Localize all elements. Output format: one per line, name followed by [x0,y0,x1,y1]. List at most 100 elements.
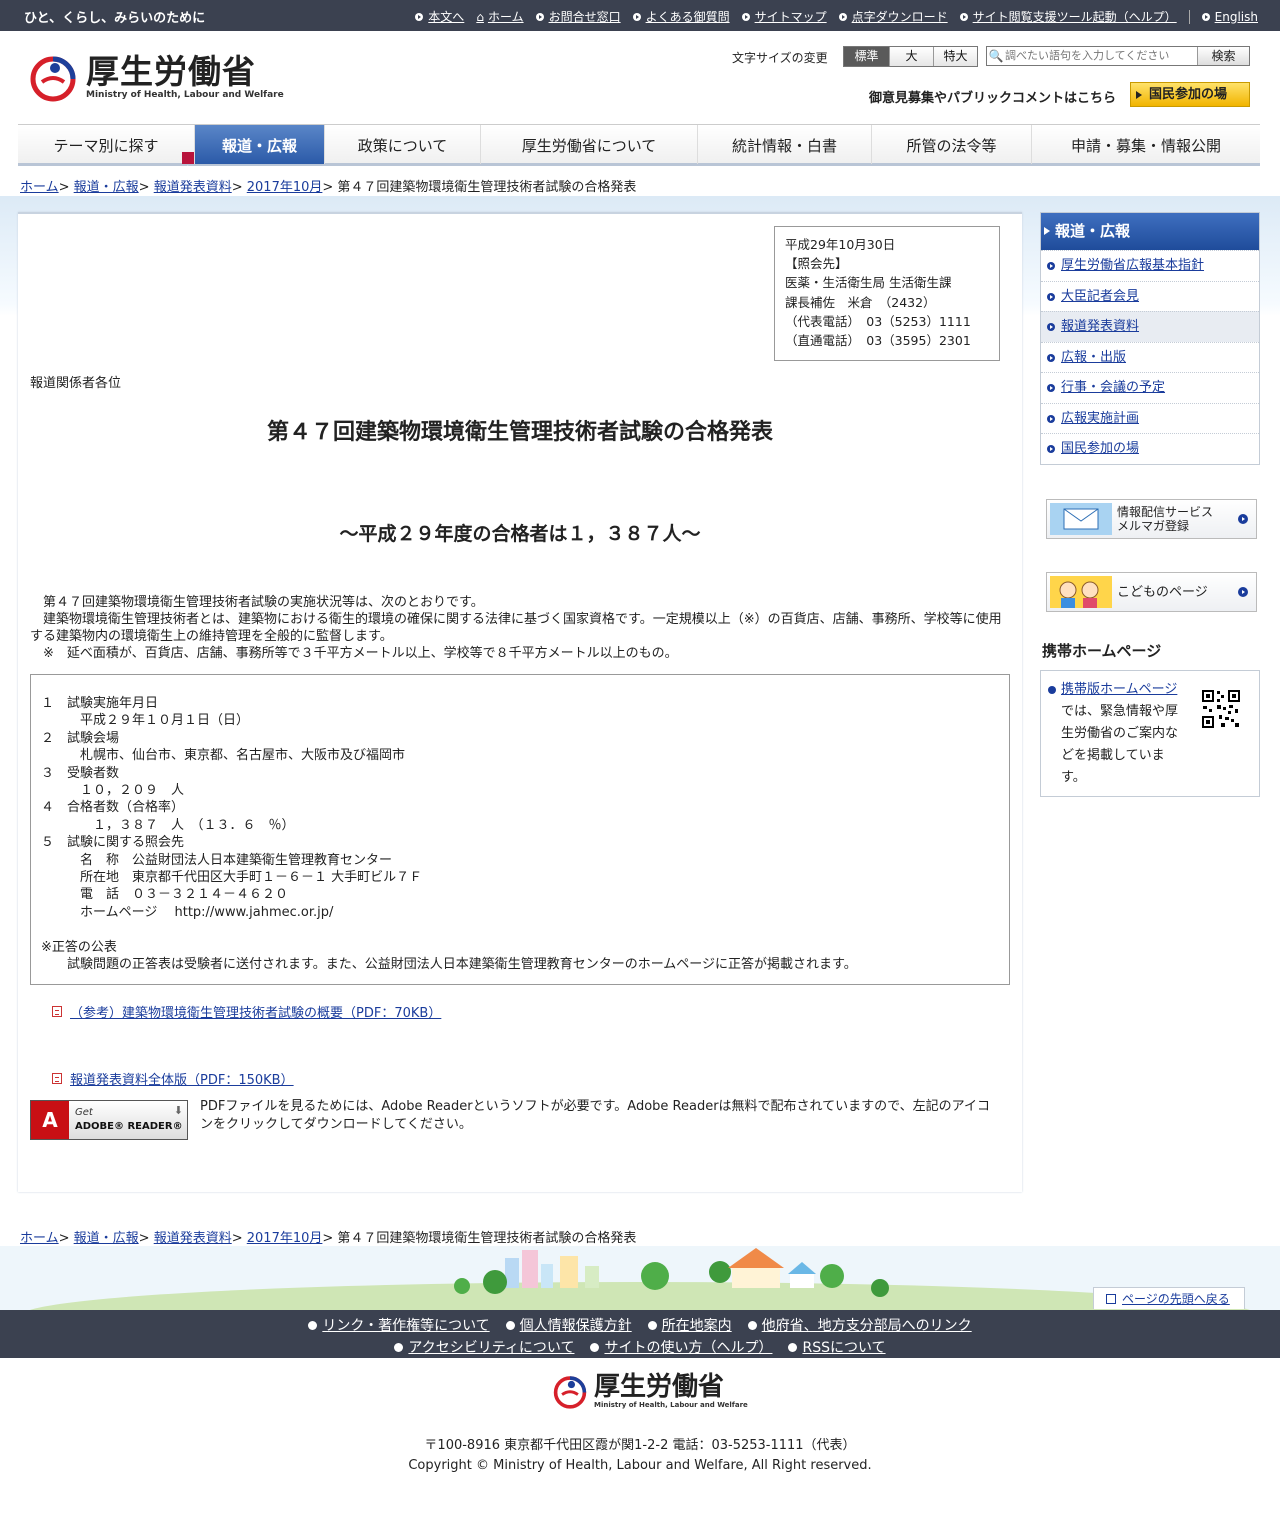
top-links: 本文へ ⌂ ホーム お問合せ窓口 よくある御質問 サイトマップ 点字ダウンロード … [403,8,1258,25]
adobe-get-text: Get [75,1107,93,1118]
intro-paragraph: 第４７回建築物環境衛生管理技術者試験の実施状況等は、次のとおりです。 [43,595,484,610]
footer-logo[interactable]: 厚生労働省 Ministry of Health, Labour and Wel… [552,1373,748,1409]
arrow-icon [1238,587,1248,597]
ministry-logo-icon [553,1376,587,1409]
adobe-reader-text: ADOBE® READER® [75,1121,183,1132]
contact-department: 医薬・生活衛生局 生活衛生課 [785,275,952,291]
banner-text: メルマガ登録 [1117,519,1190,533]
font-size-switcher: 標準 大 特大 [843,46,978,67]
detail-line: １，３８７ 人 （１３．６ ％） [41,817,295,833]
breadcrumb-releases[interactable]: 報道発表資料 [154,180,232,195]
detail-line: 平成２９年１０月１日（日） [41,713,250,729]
top-link-english[interactable]: English [1201,10,1258,24]
top-link-a11y-tool[interactable]: サイト閲覧支援ツール起動（ヘルプ） [959,8,1177,25]
top-link-home[interactable]: ⌂ ホーム [476,8,523,25]
footer-link-other-ministries[interactable]: 他府省、地方支分部局へのリンク [748,1315,972,1335]
detail-line: ５ 試験に関する照会先 [41,835,185,851]
page-subtitle: ～平成２９年度の合格者は１，３８７人～ [339,523,701,545]
back-to-top-link[interactable]: ページの先頭へ戻る [1093,1287,1245,1309]
tab-press[interactable]: 報道・広報 [194,125,324,164]
breadcrumb-press[interactable]: 報道・広報 [74,1231,139,1246]
search-input[interactable] [1005,47,1197,65]
participation-button[interactable]: 国民参加の場 [1130,82,1250,107]
pdf-link-full[interactable]: 報道発表資料全体版（PDF：150KB） [52,1069,294,1088]
arrow-icon [535,12,544,21]
sidebar-item-participation[interactable]: 国民参加の場 [1041,433,1259,464]
tab-applications[interactable]: 申請・募集・情報公開 [1031,125,1260,164]
tab-laws[interactable]: 所管の法令等 [871,125,1031,164]
breadcrumb: ホーム> 報道・広報> 報道発表資料> 2017年10月> 第４７回建築物環境衛… [20,180,637,195]
detail-line [41,921,997,938]
children-icon [1050,576,1112,608]
qr-code-icon [1201,689,1241,729]
banner-text: こどものページ [1117,585,1208,600]
tab-themes[interactable]: テーマ別に探す [18,125,194,191]
pdf-link-overview[interactable]: （参考）建築物環境衛生管理技術者試験の概要（PDF：70KB） [52,1002,441,1021]
intro-text: 第４７回建築物環境衛生管理技術者試験の実施状況等は、次のとおりです。 建築物環境… [30,594,1012,662]
footer-link-accessibility[interactable]: アクセシビリティについて [394,1337,574,1357]
top-link-braille[interactable]: 点字ダウンロード [838,8,948,25]
tab-about[interactable]: 厚生労働省について [480,125,697,164]
detail-line: ４ 合格者数（合格率） [41,800,185,816]
detail-line: 試験問題の正答表は受験者に送付されます。また、公益財団法人日本建築衛生管理教育セ… [41,957,857,973]
release-date: 平成29年10月30日 [785,237,896,252]
sidebar-item-pr-plan[interactable]: 広報実施計画 [1041,402,1259,434]
mobile-site-text: では、緊急情報や厚生労働省のご案内などを掲載しています。 [1061,704,1179,785]
sidebar-item-press-conference[interactable]: 大臣記者会見 [1041,280,1259,312]
divider [1188,9,1190,24]
top-link-contact[interactable]: お問合せ窓口 [535,8,621,25]
breadcrumb-home[interactable]: ホーム [20,180,59,195]
breadcrumb-home[interactable]: ホーム [20,1231,59,1246]
intro-paragraph: 建築物環境衛生管理技術者とは、建築物における衛生的環境の確保に関する法律に基づく… [30,612,1002,644]
tab-statistics[interactable]: 統計情報・白書 [697,125,871,164]
top-link-faq[interactable]: よくある御質問 [632,8,730,25]
adobe-reader-button[interactable]: A Get ADOBE® READER® ⬇ [30,1100,188,1140]
sidebar-item-publications[interactable]: 広報・出版 [1041,341,1259,373]
footer-link-help[interactable]: サイトの使い方（ヘルプ） [590,1337,772,1357]
page-title: 第４７回建築物環境衛生管理技術者試験の合格発表 [266,420,773,445]
arrow-icon [1238,514,1248,524]
global-nav: テーマ別に探す 報道・広報 政策について 厚生労働省について 統計情報・白書 所… [18,124,1260,191]
detail-line: １ 試験実施年月日 [41,696,159,711]
mail-magazine-banner[interactable]: 情報配信サービス メルマガ登録 [1046,499,1257,539]
footer-logo-english: Ministry of Health, Labour and Welfare [594,1401,748,1409]
kids-page-banner[interactable]: こどものページ [1046,572,1257,612]
sidebar-item-events[interactable]: 行事・会議の予定 [1041,372,1259,403]
footer-link-rss[interactable]: RSSについて [788,1337,885,1357]
adobe-reader-note: PDFファイルを見るためには、Adobe Readerというソフトが必要です。A… [200,1099,990,1132]
banner-text: 情報配信サービス [1117,505,1214,519]
font-size-standard-button[interactable]: 標準 [844,47,889,66]
footer-link-location[interactable]: 所在地案内 [648,1315,732,1335]
detail-line: ホームページ http://www.jahmec.or.jp/ [41,904,334,920]
font-size-large-button[interactable]: 大 [889,47,933,66]
breadcrumb-press[interactable]: 報道・広報 [74,180,139,195]
arrow-icon [632,12,641,21]
sidebar-item-press-releases[interactable]: 報道発表資料 [1041,311,1259,342]
town-illustration [0,1246,1280,1310]
envelope-icon [1050,503,1112,535]
font-size-xlarge-button[interactable]: 特大 [933,47,977,66]
public-comment-link[interactable]: 御意見募集やパブリックコメントはこちら [869,87,1116,106]
top-link-sitemap[interactable]: サイトマップ [741,8,827,25]
site-logo[interactable]: 厚生労働省 Ministry of Health, Labour and Wel… [28,52,284,102]
contact-heading: 【照会先】 [785,256,848,272]
intro-note: ※ 延べ面積が、百貨店、店舗、事務所等で３千平方メートル以上、学校等で８千平方メ… [43,646,678,661]
sidebar-heading[interactable]: 報道・広報 [1041,213,1259,250]
breadcrumb-month[interactable]: 2017年10月 [247,180,323,195]
footer-link-copyright[interactable]: リンク・著作権等について [308,1315,489,1335]
dropdown-arrow-icon [182,149,194,191]
tab-policy[interactable]: 政策について [324,125,480,164]
arrow-icon [959,12,968,21]
arrow-icon [838,12,847,21]
top-link-skip[interactable]: 本文へ [415,8,464,25]
breadcrumb-releases[interactable]: 報道発表資料 [154,1231,232,1246]
search-button[interactable]: 検索 [1197,47,1249,65]
footer-copyright: Copyright © Ministry of Health, Labour a… [408,1458,872,1473]
sidebar-item-pr-policy[interactable]: 厚生労働省広報基本指針 [1041,250,1259,281]
breadcrumb-month[interactable]: 2017年10月 [247,1231,323,1246]
home-icon: ⌂ [476,9,484,24]
footer-link-privacy[interactable]: 個人情報保護方針 [506,1315,632,1335]
mobile-site-link[interactable]: 携帯版ホームページ [1061,682,1177,697]
detail-line: 名 称 公益財団法人日本建築衛生管理教育センター [41,852,393,868]
download-icon: ⬇ [173,1104,183,1117]
